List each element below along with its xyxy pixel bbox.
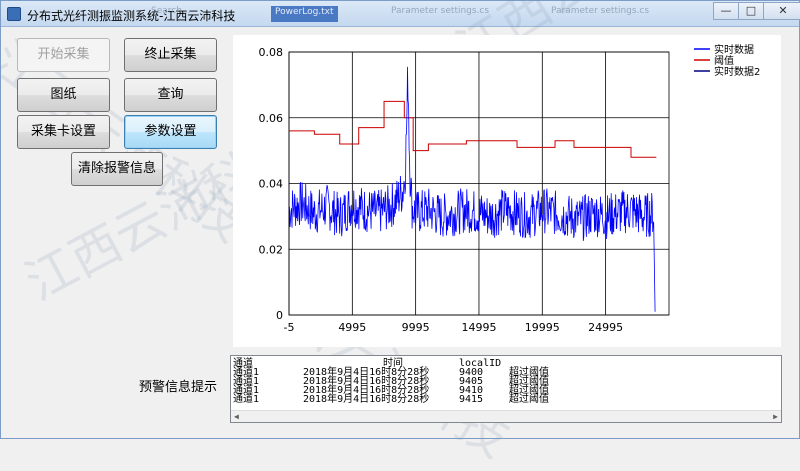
alert-channel: 通道1 bbox=[233, 394, 260, 405]
legend-label: 实时数据 bbox=[714, 43, 754, 56]
x-tick-label: 4995 bbox=[338, 321, 366, 334]
x-tick-label: 9995 bbox=[402, 321, 430, 334]
title-bar[interactable]: 分布式光纤测振监测系统-江西云沛科技 Search... PowerLog.tx… bbox=[1, 1, 800, 27]
y-tick-label: 0.04 bbox=[259, 178, 284, 191]
close-button[interactable]: ✕ bbox=[763, 2, 800, 20]
background-tabs: Search... PowerLog.txt Parameter setting… bbox=[141, 6, 701, 22]
parameter-settings-button[interactable]: 参数设置 bbox=[124, 115, 217, 149]
background-tab: Search... bbox=[151, 6, 191, 16]
x-tick-label: -5 bbox=[284, 321, 295, 334]
background-tab: PowerLog.txt bbox=[271, 6, 338, 22]
x-tick-label: 19995 bbox=[525, 321, 560, 334]
minimize-button[interactable]: — bbox=[713, 2, 739, 20]
alert-row[interactable]: 通道1 2018年9月4日16时8分28秒 9415 超过阈值 bbox=[233, 394, 773, 405]
y-tick-label: 0.08 bbox=[259, 46, 284, 59]
clear-alarm-button[interactable]: 清除报警信息 bbox=[71, 152, 163, 186]
realtime-data-line bbox=[288, 66, 656, 312]
alert-label: 预警信息提示 bbox=[139, 380, 218, 395]
legend-label: 实时数据2 bbox=[714, 65, 760, 78]
horizontal-scrollbar[interactable]: ◀ ▶ bbox=[231, 410, 781, 422]
alert-local-id: 9415 bbox=[459, 394, 484, 405]
alert-time: 2018年9月4日16时8分28秒 bbox=[303, 394, 430, 405]
chart-svg: 0 0.02 0.04 0.06 0.08 -5 4995 9995 14995 19995 249… bbox=[259, 43, 761, 334]
vibration-chart: 0 0.02 0.04 0.06 0.08 -5 4995 9995 14995 19995 249… bbox=[233, 35, 781, 347]
y-tick-label: 0.06 bbox=[259, 112, 284, 125]
background-tab: Parameter settings.cs bbox=[391, 6, 490, 16]
maximize-button[interactable]: □ bbox=[738, 2, 764, 20]
legend-label: 阈值 bbox=[714, 54, 734, 67]
threshold-line bbox=[289, 100, 657, 158]
capture-card-settings-button[interactable]: 采集卡设置 bbox=[17, 115, 110, 149]
alert-list[interactable]: 通道 时间 localID 通道1 2018年9月4日16时8分28秒 9400… bbox=[230, 355, 782, 423]
start-collection-button[interactable]: 开始采集 bbox=[17, 38, 110, 72]
query-button[interactable]: 查询 bbox=[124, 78, 217, 112]
scroll-left-icon[interactable]: ◀ bbox=[234, 412, 239, 421]
app-window: 分布式光纤测振监测系统-江西云沛科技 Search... PowerLog.tx… bbox=[0, 0, 800, 468]
alert-status: 超过阈值 bbox=[509, 394, 549, 405]
stop-collection-button[interactable]: 终止采集 bbox=[124, 38, 217, 72]
drawing-button[interactable]: 图纸 bbox=[17, 78, 110, 112]
y-tick-label: 0 bbox=[276, 309, 283, 322]
x-tick-label: 24995 bbox=[588, 321, 623, 334]
background-tab: Parameter settings.cs bbox=[551, 6, 650, 16]
y-tick-label: 0.02 bbox=[259, 243, 284, 256]
app-icon bbox=[7, 7, 21, 21]
x-tick-label: 14995 bbox=[461, 321, 496, 334]
scroll-right-icon[interactable]: ▶ bbox=[773, 412, 778, 421]
